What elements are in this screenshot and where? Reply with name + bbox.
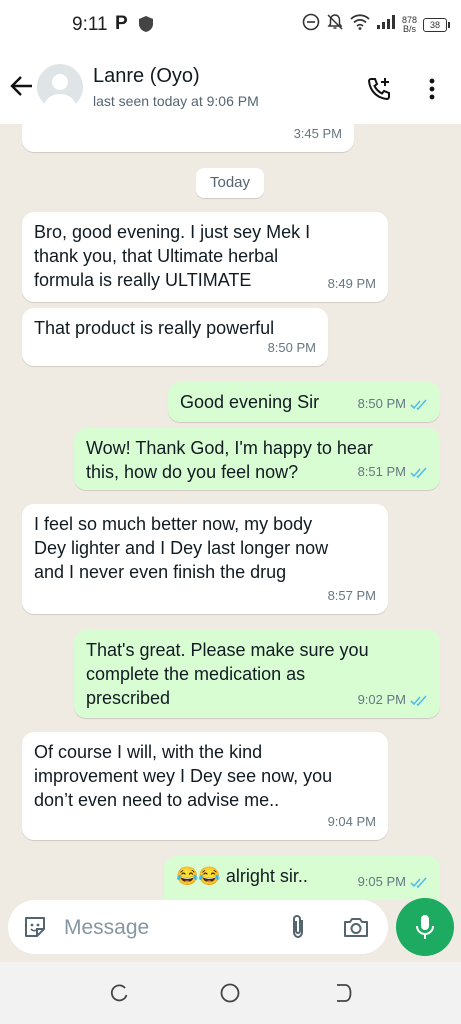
message-text: Bro, good evening. I just sey Mek I [34, 222, 311, 242]
wifi-icon [350, 14, 370, 35]
message-outgoing[interactable]: Wow! Thank God, I'm happy to hear this, … [74, 428, 440, 490]
dnd-icon [302, 13, 320, 36]
message-composer [8, 900, 388, 954]
message-input[interactable] [62, 911, 276, 945]
message-time: 9:04 PM [327, 814, 376, 829]
message-time: 8:49 PM [327, 276, 376, 291]
status-bar: 9:11 P 878 B/s 38 [0, 0, 461, 52]
message-outgoing[interactable]: That's great. Please make sure you compl… [74, 630, 440, 718]
signal-icon [376, 14, 396, 35]
message-text: Dey lighter and I Dey last longer now [34, 538, 329, 558]
message-incoming[interactable]: That product is really powerful 8:50 PM [22, 308, 328, 366]
date-divider: Today [196, 168, 264, 198]
chat-area[interactable]: 3:45 PM Today Bro, good evening. I just … [0, 124, 461, 900]
message-text: That product is really powerful [34, 318, 275, 338]
message-incoming[interactable]: I feel so much better now, my body Dey l… [22, 504, 388, 614]
net-speed: 878 B/s [402, 15, 417, 34]
avatar[interactable] [37, 64, 83, 110]
message-outgoing[interactable]: Good evening Sir 8:50 PM [168, 382, 440, 422]
message-text: this, how do you feel now? [86, 462, 299, 482]
add-call-icon[interactable] [365, 75, 393, 103]
message-incoming[interactable]: Of course I will, with the kind improvem… [22, 732, 388, 840]
message-text: complete the medication as [86, 664, 306, 684]
system-nav-bar [0, 962, 461, 1024]
more-options-icon[interactable] [420, 75, 444, 103]
message-incoming[interactable]: 3:45 PM [22, 124, 354, 152]
parking-app-icon: P [115, 13, 128, 34]
message-text: Good evening Sir [180, 392, 320, 412]
contact-name[interactable]: Lanre (Oyo) [93, 65, 200, 88]
message-text: prescribed [86, 688, 171, 708]
message-text: Of course I will, with the kind [34, 742, 263, 762]
message-text: don’t even need to advise me.. [34, 790, 280, 810]
message-text: and I never even finish the drug [34, 562, 287, 582]
recent-apps-icon[interactable] [108, 982, 130, 1009]
home-icon[interactable] [219, 982, 241, 1009]
read-ticks-icon [410, 466, 427, 478]
attach-paperclip-icon[interactable] [286, 913, 312, 941]
message-time: 8:50 PM [267, 340, 316, 355]
message-time: 9:05 PM [357, 874, 406, 889]
read-ticks-icon [410, 398, 427, 410]
message-incoming[interactable]: Bro, good evening. I just sey Mek I than… [22, 212, 388, 302]
message-time: 8:57 PM [327, 588, 376, 603]
camera-icon[interactable] [342, 913, 370, 941]
message-text: improvement wey I Dey see now, you [34, 766, 333, 786]
avatar-person-icon [52, 74, 68, 90]
message-outgoing[interactable]: 😂😂 alright sir.. 9:05 PM [164, 856, 440, 900]
message-text: 😂😂 alright sir.. [176, 866, 308, 886]
battery-icon: 38 [423, 17, 450, 32]
message-time: 8:50 PM [357, 396, 406, 411]
status-time: 9:11 [72, 14, 108, 35]
message-text: formula is really ULTIMATE [34, 270, 252, 290]
message-time: 3:45 PM [293, 126, 342, 141]
voice-record-button[interactable] [396, 898, 454, 956]
message-time: 9:02 PM [357, 692, 406, 707]
message-time: 8:51 PM [357, 464, 406, 479]
chat-header: Lanre (Oyo) last seen today at 9:06 PM [0, 52, 461, 124]
net-speed-unit: B/s [402, 23, 416, 34]
last-seen-status: last seen today at 9:06 PM [93, 93, 259, 109]
status-icons: 878 B/s 38 [302, 13, 450, 36]
sticker-icon[interactable] [22, 914, 48, 940]
message-text: That's great. Please make sure you [86, 640, 369, 660]
read-ticks-icon [410, 694, 427, 706]
message-text: Wow! Thank God, I'm happy to hear [86, 438, 373, 458]
back-arrow-icon[interactable] [8, 72, 36, 100]
shield-icon [138, 15, 154, 38]
read-ticks-icon [410, 876, 427, 888]
microphone-icon [416, 915, 434, 939]
nav-back-icon[interactable] [332, 982, 354, 1009]
message-text: thank you, that Ultimate herbal [34, 246, 279, 266]
mute-bell-icon [326, 13, 344, 36]
message-text: I feel so much better now, my body [34, 514, 313, 534]
